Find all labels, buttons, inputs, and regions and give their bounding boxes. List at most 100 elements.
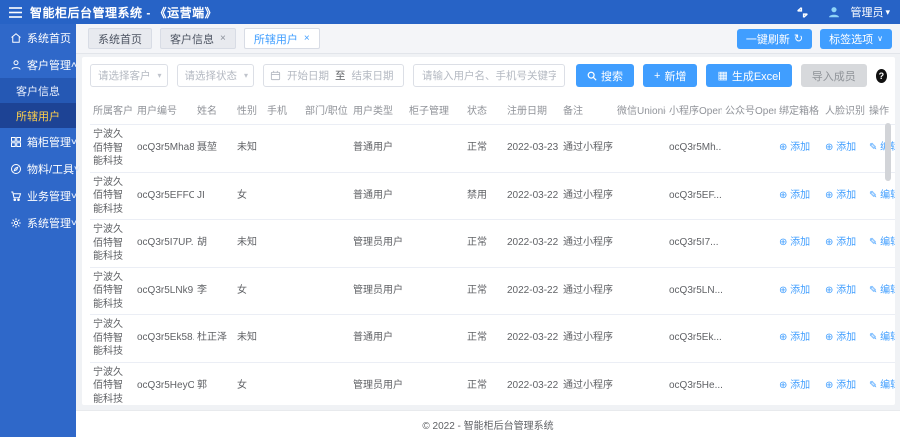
edit-link[interactable]: ✎ 编辑 xyxy=(869,380,895,391)
cell-cabinet xyxy=(406,267,464,315)
cell-user_type: 管理员用户 xyxy=(350,267,406,315)
bind-locker-add-link[interactable]: ⊕ 添加 xyxy=(779,190,810,201)
sidebar-item-system-mgmt[interactable]: 系统管理 ∨ xyxy=(0,209,79,236)
table-header-row: 所属客户 用户编号 姓名 性别 手机 部门/职位 用户类型 柜子管理 状态 注册日期 备注 微信Uni… xyxy=(90,95,895,125)
app-title: 智能柜后台管理系统 - 《运营端》 xyxy=(30,5,218,20)
refresh-all-button[interactable]: 一键刷新 ↻ xyxy=(736,28,813,49)
circle-plus-icon: ⊕ xyxy=(779,284,788,296)
status-select-placeholder: 请选择状态 xyxy=(184,70,238,82)
plus-icon: + xyxy=(654,69,661,82)
cell-user_type: 普通用户 xyxy=(350,172,406,220)
chevron-down-icon: ∨ xyxy=(69,218,79,227)
column-header: 人脸识别 xyxy=(822,95,866,125)
bind-locker-add-link[interactable]: ⊕ 添加 xyxy=(779,332,810,343)
cell-dept xyxy=(302,124,350,173)
cell-status: 正常 xyxy=(464,362,504,405)
cell-customer: 宁波久佰特智能科技 xyxy=(90,172,134,220)
face-recognition-add-link[interactable]: ⊕ 添加 xyxy=(825,190,856,201)
tab-home[interactable]: 系统首页 xyxy=(88,28,152,49)
circle-plus-icon: ⊕ xyxy=(825,284,834,296)
column-header: 操作 xyxy=(866,95,895,125)
close-icon[interactable]: × xyxy=(220,33,226,44)
import-members-button[interactable]: 导入成员 xyxy=(800,64,867,87)
cell-mp_openid: ocQ3r5LN... xyxy=(666,267,722,315)
bind-locker-add-link[interactable]: ⊕ 添加 xyxy=(779,285,810,296)
tab-customer-info[interactable]: 客户信息 × xyxy=(160,28,236,49)
close-icon[interactable]: × xyxy=(304,33,310,44)
column-header: 绑定箱格 xyxy=(776,95,822,125)
cell-customer: 宁波久佰特智能科技 xyxy=(90,362,134,405)
cell-reg_date: 2022-03-22 xyxy=(504,219,560,268)
face-recognition-add-link[interactable]: ⊕ 添加 xyxy=(825,142,856,153)
customer-select-placeholder: 请选择客户 xyxy=(98,70,151,82)
sidebar-item-materials-tools[interactable]: 物料/工具 ∨ xyxy=(0,155,81,182)
column-header: 姓名 xyxy=(194,95,234,125)
sidebar-item-home[interactable]: 系统首页∨ xyxy=(0,24,76,51)
cell-dept xyxy=(302,267,350,315)
vertical-scrollbar[interactable] xyxy=(885,123,891,373)
face-recognition-add-link[interactable]: ⊕ 添加 xyxy=(825,380,856,391)
cell-gender: 女 xyxy=(234,172,264,220)
cell-gender: 未知 xyxy=(234,219,264,268)
bind-locker-add-link[interactable]: ⊕ 添加 xyxy=(779,237,810,248)
cell-name: 胡 xyxy=(194,219,234,268)
tag-options-button[interactable]: 标签选项 ∨ xyxy=(820,28,892,49)
bind-locker-add-link[interactable]: ⊕ 添加 xyxy=(779,380,810,391)
customer-select[interactable]: 请选择客户 ▾ xyxy=(90,64,168,87)
circle-plus-icon: ⊕ xyxy=(779,332,788,344)
edit-link[interactable]: ✎ 编辑 xyxy=(869,190,895,201)
sidebar-item-label: 箱柜管理 xyxy=(27,136,71,149)
current-user-label[interactable]: 管理员 xyxy=(850,4,883,20)
keyword-input[interactable] xyxy=(413,64,565,87)
face-recognition-add-link[interactable]: ⊕ 添加 xyxy=(825,237,856,248)
search-icon xyxy=(587,71,597,81)
edit-link[interactable]: ✎ 编辑 xyxy=(869,332,895,343)
date-range-picker[interactable]: 开始日期 至 结束日期 xyxy=(263,64,404,87)
sidebar-item-business-mgmt[interactable]: 业务管理 ∨ xyxy=(0,182,78,209)
edit-link[interactable]: ✎ 编辑 xyxy=(869,142,895,153)
sidebar-item-customer-info[interactable]: 客户信息 xyxy=(0,78,76,103)
user-menu-caret-icon[interactable]: ▾ xyxy=(885,7,890,18)
bind-locker-add-link[interactable]: ⊕ 添加 xyxy=(779,142,810,153)
sidebar-item-customer-mgmt[interactable]: 客户管理 ∧ xyxy=(0,51,78,78)
search-button[interactable]: 搜索 xyxy=(576,64,634,87)
cell-gender: 未知 xyxy=(234,314,264,363)
cell-mp_openid: ocQ3r5Mh... xyxy=(666,124,722,173)
cell-gender: 女 xyxy=(234,267,264,315)
status-select[interactable]: 请选择状态 ▾ xyxy=(176,64,254,87)
column-header: 用户编号 xyxy=(134,95,194,125)
grid-icon xyxy=(10,135,22,148)
sidebar-item-managed-users[interactable]: 所辖用户 xyxy=(0,103,76,128)
column-header: 小程序Openid xyxy=(666,95,722,125)
calendar-icon xyxy=(270,70,281,81)
sidebar-item-cabinet-mgmt[interactable]: 箱柜管理 ∨ xyxy=(0,128,78,155)
table-row: 宁波久佰特智能科技ocQ3r5Mha8...聂堃未知 普通用户 正常2022-03-… xyxy=(90,124,895,173)
cell-reg_date: 2022-03-22 xyxy=(504,172,560,220)
circle-plus-icon: ⊕ xyxy=(779,142,788,154)
add-user-button[interactable]: + 新增 xyxy=(643,64,698,87)
face-recognition-add-link[interactable]: ⊕ 添加 xyxy=(825,285,856,296)
topbar: 智能柜后台管理系统 - 《运营端》 管理员 ▾ xyxy=(0,0,900,24)
chevron-down-icon: ▾ xyxy=(157,71,162,80)
cell-status: 正常 xyxy=(464,124,504,173)
help-icon[interactable]: ? xyxy=(875,68,887,83)
tab-label: 所辖用户 xyxy=(253,33,298,46)
column-header: 柜子管理 xyxy=(406,95,464,125)
cell-unionid xyxy=(614,219,666,268)
circle-plus-icon: ⊕ xyxy=(779,237,788,249)
gear-icon xyxy=(10,216,22,229)
tab-managed-users[interactable]: 所辖用户 × xyxy=(243,28,320,49)
avatar[interactable] xyxy=(827,5,841,19)
cell-reg_date: 2022-03-22 xyxy=(504,314,560,363)
fullscreen-icon[interactable] xyxy=(796,6,809,19)
cell-status: 正常 xyxy=(464,314,504,363)
face-recognition-add-link[interactable]: ⊕ 添加 xyxy=(825,332,856,343)
edit-link[interactable]: ✎ 编辑 xyxy=(869,237,895,248)
footer: © 2022 - 智能柜后台管理系统 xyxy=(76,410,900,437)
edit-link[interactable]: ✎ 编辑 xyxy=(869,285,895,296)
cell-customer: 宁波久佰特智能科技 xyxy=(90,314,134,363)
menu-fold-icon[interactable] xyxy=(0,6,30,18)
tag-options-label: 标签选项 xyxy=(829,33,874,46)
generate-excel-button[interactable]: ▦ 生成Excel xyxy=(706,64,792,87)
cell-phone xyxy=(264,219,302,268)
